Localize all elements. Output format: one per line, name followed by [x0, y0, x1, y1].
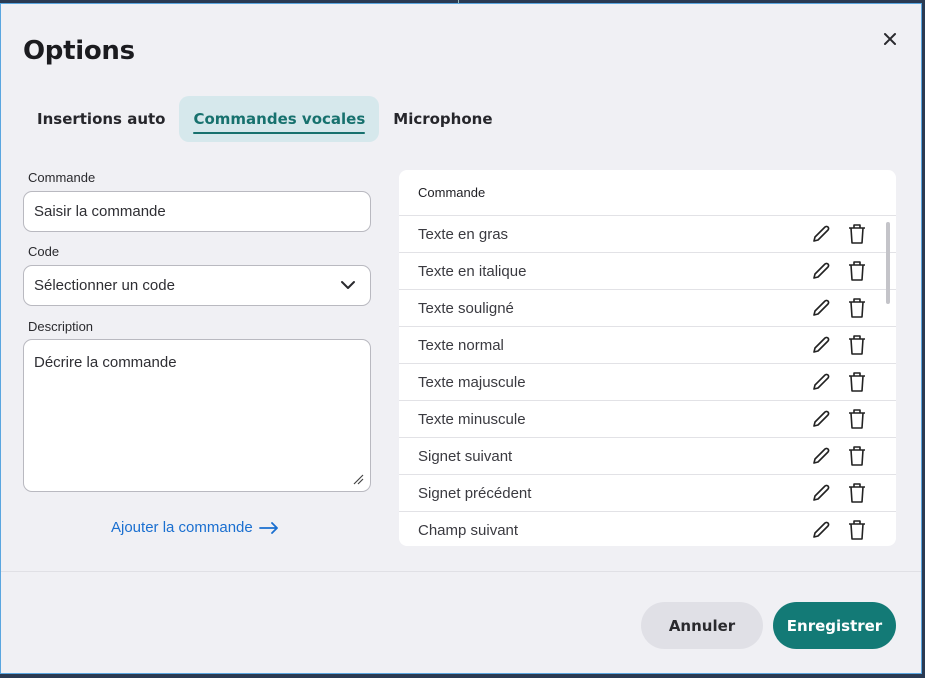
trash-icon [849, 335, 865, 355]
table-row: Texte majuscule [399, 364, 896, 401]
save-button[interactable]: Enregistrer [773, 602, 896, 649]
row-actions [810, 333, 868, 357]
table-body: Texte en gras Texte en italique Texte soul… [399, 216, 896, 546]
trash-icon [849, 446, 865, 466]
row-actions [810, 407, 868, 431]
edit-button[interactable] [810, 518, 832, 542]
pencil-icon [813, 299, 830, 316]
code-label: Code [28, 244, 60, 259]
pencil-icon [813, 447, 830, 464]
code-select[interactable]: Sélectionner un code [23, 265, 371, 306]
trash-icon [849, 409, 865, 429]
table-row: Signet suivant [399, 438, 896, 475]
edit-button[interactable] [810, 370, 832, 394]
delete-button[interactable] [846, 222, 868, 246]
table-row: Champ suivant [399, 512, 896, 546]
dialog-title: Options [23, 36, 135, 66]
row-actions [810, 222, 868, 246]
delete-button[interactable] [846, 296, 868, 320]
row-actions [810, 518, 868, 542]
tab-microphone[interactable]: Microphone [379, 96, 506, 142]
row-actions [810, 259, 868, 283]
trash-icon [849, 520, 865, 540]
close-button[interactable] [879, 28, 901, 50]
edit-button[interactable] [810, 407, 832, 431]
code-selected-value: Sélectionner un code [34, 277, 175, 294]
command-name: Texte en italique [418, 262, 527, 280]
resize-handle-icon[interactable] [352, 473, 364, 485]
scrollbar-thumb[interactable] [886, 222, 890, 304]
trash-icon [849, 298, 865, 318]
delete-button[interactable] [846, 444, 868, 468]
table-row: Texte minuscule [399, 401, 896, 438]
table-row: Texte en gras [399, 216, 896, 253]
command-placeholder: Saisir la commande [34, 203, 166, 220]
edit-button[interactable] [810, 444, 832, 468]
delete-button[interactable] [846, 333, 868, 357]
description-label: Description [28, 319, 94, 334]
arrow-right-icon [258, 521, 278, 534]
command-name: Texte majuscule [418, 373, 526, 391]
tab-bar: Insertions auto Commandes vocales Microp… [23, 96, 507, 142]
command-name: Texte en gras [418, 225, 509, 243]
cancel-button[interactable]: Annuler [641, 602, 763, 649]
pencil-icon [813, 484, 830, 501]
delete-button[interactable] [846, 370, 868, 394]
options-dialog: Options Insertions auto Commandes vocale… [0, 3, 922, 674]
trash-icon [849, 261, 865, 281]
table-row: Texte souligné [399, 290, 896, 327]
command-name: Texte souligné [418, 299, 514, 317]
edit-button[interactable] [810, 259, 832, 283]
row-actions [810, 370, 868, 394]
close-icon [884, 33, 896, 45]
edit-button[interactable] [810, 222, 832, 246]
row-actions [810, 481, 868, 505]
pencil-icon [813, 225, 830, 242]
description-placeholder: Décrire la commande [34, 354, 177, 371]
delete-button[interactable] [846, 518, 868, 542]
trash-icon [849, 224, 865, 244]
commands-table: Commande Texte en gras Texte en italique T… [399, 170, 896, 546]
delete-button[interactable] [846, 407, 868, 431]
table-header: Commande [399, 170, 896, 216]
command-name: Signet suivant [418, 447, 513, 465]
pencil-icon [813, 262, 830, 279]
chevron-down-icon [341, 281, 355, 289]
command-name: Texte normal [418, 336, 504, 354]
add-command-label: Ajouter la commande [111, 519, 253, 536]
edit-button[interactable] [810, 333, 832, 357]
command-label: Commande [28, 170, 96, 185]
table-row: Texte en italique [399, 253, 896, 290]
edit-button[interactable] [810, 296, 832, 320]
trash-icon [849, 483, 865, 503]
footer-divider [1, 571, 921, 572]
edit-button[interactable] [810, 481, 832, 505]
pencil-icon [813, 373, 830, 390]
table-row: Signet précédent [399, 475, 896, 512]
tab-insertions-auto[interactable]: Insertions auto [23, 96, 179, 142]
row-actions [810, 444, 868, 468]
row-actions [810, 296, 868, 320]
command-name: Champ suivant [418, 521, 519, 539]
command-name: Signet précédent [418, 484, 532, 502]
tab-commandes-vocales[interactable]: Commandes vocales [179, 96, 380, 142]
command-name: Texte minuscule [418, 410, 526, 428]
command-input[interactable]: Saisir la commande [23, 191, 371, 232]
trash-icon [849, 372, 865, 392]
delete-button[interactable] [846, 259, 868, 283]
add-command-link[interactable]: Ajouter la commande [111, 519, 279, 536]
delete-button[interactable] [846, 481, 868, 505]
description-textarea[interactable]: Décrire la commande [23, 339, 371, 492]
pencil-icon [813, 521, 830, 538]
table-row: Texte normal [399, 327, 896, 364]
pencil-icon [813, 336, 830, 353]
pencil-icon [813, 410, 830, 427]
